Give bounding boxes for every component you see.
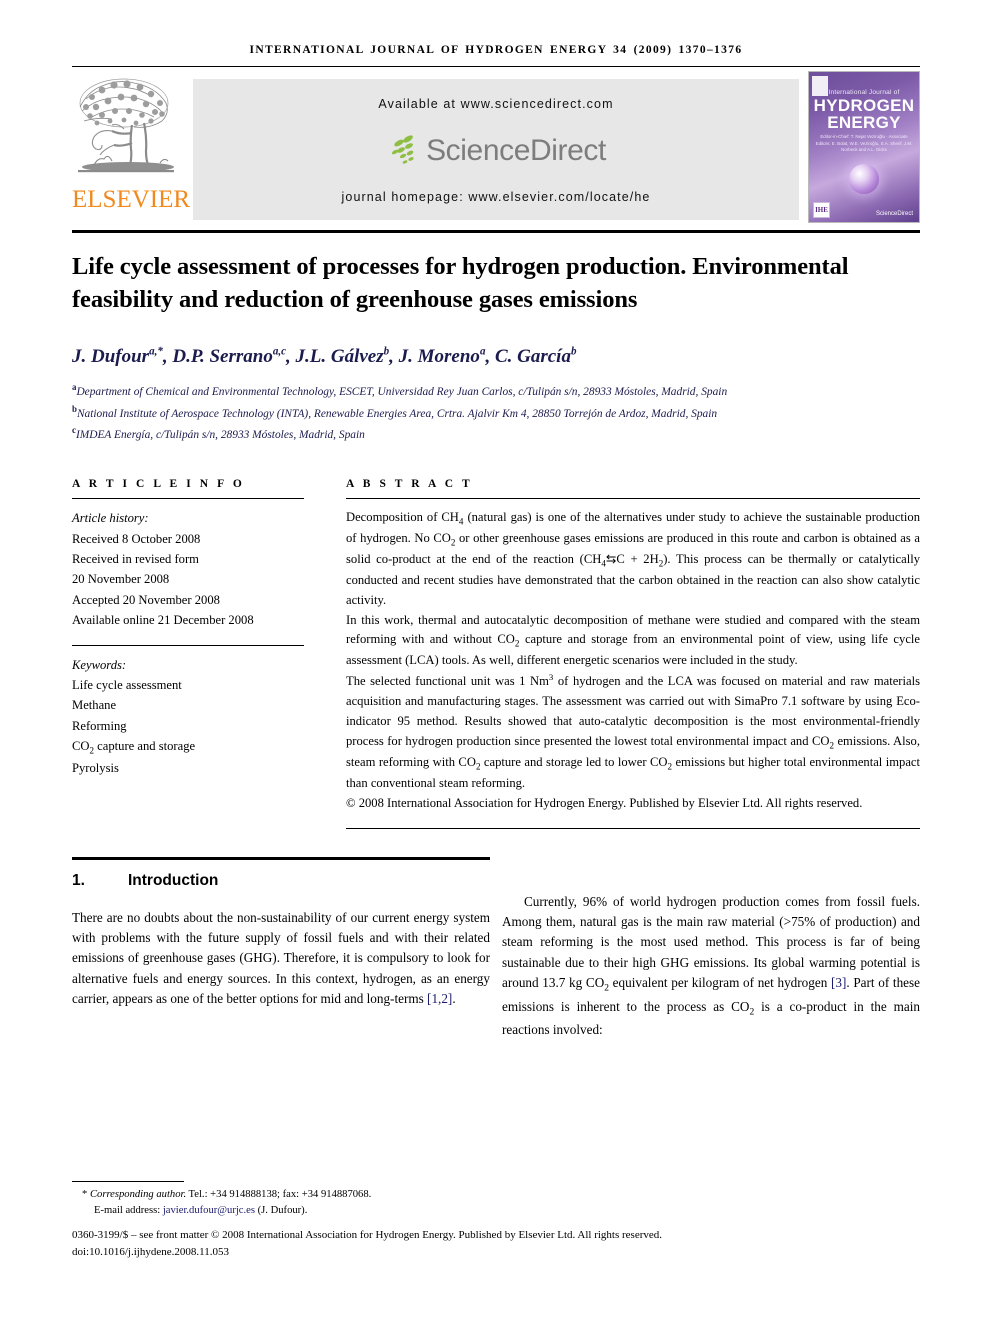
sciencedirect-wordmark: ScienceDirect: [426, 133, 606, 167]
abstract-paragraph-3: The selected functional unit was 1 Nm3 o…: [346, 672, 921, 790]
history-item-1: Received in revised form: [72, 552, 199, 567]
history-item-2: 20 November 2008: [72, 572, 170, 587]
cover-badge: IHE: [813, 202, 830, 218]
intro-right-paragraph: Currently, 96% of world hydrogen product…: [502, 893, 920, 1038]
header-rule: [72, 66, 920, 67]
article-history-block: Article history: Received 8 October 2008…: [72, 508, 304, 630]
citation-1-2[interactable]: [1,2]: [427, 991, 452, 1006]
article-info-rule: [72, 498, 304, 500]
email-note: E-mail address: javier.dufour@urjc.es (J…: [72, 1203, 920, 1219]
masthead-bottom-rule: [72, 230, 920, 233]
abstract-paragraph-1: Decomposition of CH4 (natural gas) is on…: [346, 510, 920, 607]
section-number: 1.: [72, 871, 85, 889]
history-item-3: Accepted 20 November 2008: [72, 592, 220, 607]
affiliation-list: aDepartment of Chemical and Environmenta…: [72, 380, 920, 444]
elsevier-logo-block: ELSEVIER: [72, 71, 191, 226]
keyword-4: Pyrolysis: [72, 761, 119, 776]
author-1-affil-marker: a,*: [149, 346, 163, 359]
article-info-column: A R T I C L E I N F O Article history: R…: [72, 478, 304, 828]
corresponding-author-label: Corresponding author.: [89, 1189, 187, 1201]
author-5: C. Garcíab: [494, 346, 577, 368]
email-address-label: E-mail address:: [94, 1205, 161, 1217]
doi-line: doi:10.1016/j.ijhydene.2008.11.053: [72, 1246, 229, 1259]
author-2: D.P. Serranoa,c: [172, 346, 286, 368]
page-title: Life cycle assessment of processes for h…: [72, 253, 849, 313]
cover-orb-graphic: [849, 164, 879, 194]
author-list: J. Dufoura,*, D.P. Serranoa,c, J.L. Gálv…: [72, 346, 577, 368]
section-title: Introduction: [128, 871, 219, 889]
body-column-left: 1. Introduction There are no doubts abou…: [72, 856, 490, 1054]
sciencedirect-leaves-icon: [391, 134, 414, 164]
abstract-paragraph-2: In this work, thermal and autocatalytic …: [346, 612, 920, 668]
section-heading: 1. Introduction: [72, 872, 490, 890]
abstract-heading: A B S T R A C T: [346, 478, 473, 491]
footnote-rule: [72, 1181, 184, 1183]
article-history-label: Article history:: [72, 511, 149, 526]
affiliation-a: aDepartment of Chemical and Environmenta…: [72, 382, 728, 399]
author-2-affil-marker: a,c: [272, 346, 286, 359]
abstract-bottom-rule: [346, 827, 920, 829]
corresponding-author-note: * Corresponding author. Tel.: +34 914888…: [72, 1187, 920, 1203]
email-address-link[interactable]: javier.dufour@urjc.es: [163, 1205, 255, 1216]
journal-cover-thumbnail[interactable]: International Journal of HYDROGEN ENERGY…: [808, 71, 920, 223]
affiliation-b: bNational Institute of Aerospace Technol…: [72, 403, 718, 420]
elsevier-wordmark: ELSEVIER: [72, 186, 191, 213]
abstract-copyright: © 2008 International Association for Hyd…: [346, 795, 863, 810]
cover-sciencedirect-mark: ScienceDirect: [875, 211, 913, 217]
elsevier-tree-icon: [78, 78, 174, 173]
intro-left-paragraph: There are no doubts about the non-sustai…: [72, 909, 490, 1007]
journal-homepage-text: journal homepage: www.elsevier.com/locat…: [341, 190, 651, 204]
citation-3[interactable]: [3]: [831, 975, 846, 990]
keywords-block: Keywords: Life cycle assessment Methane …: [72, 655, 304, 779]
journal-cover-block: International Journal of HYDROGEN ENERGY…: [808, 71, 920, 226]
keyword-1: Methane: [72, 698, 117, 713]
keyword-3: CO2 capture and storage: [72, 739, 196, 756]
abstract-column: A B S T R A C T Decomposition of CH4 (na…: [346, 478, 920, 829]
issn-copyright-line: 0360-3199/$ – see front matter © 2008 In…: [72, 1229, 663, 1242]
body-columns: 1. Introduction There are no doubts abou…: [72, 856, 920, 1054]
corresponding-author-contact: Tel.: +34 914888138; fax: +34 914887068.: [186, 1189, 372, 1201]
running-head: INTERNATIONAL JOURNAL OF HYDROGEN ENERGY…: [249, 44, 743, 56]
sciencedirect-logo[interactable]: ScienceDirect: [386, 134, 606, 168]
author-4: J. Morenoa: [398, 346, 486, 368]
article-info-heading: A R T I C L E I N F O: [72, 478, 245, 491]
keywords-rule: [72, 644, 304, 646]
author-4-affil-marker: a: [479, 346, 486, 359]
keyword-0: Life cycle assessment: [72, 678, 182, 693]
keyword-2: Reforming: [72, 718, 127, 733]
author-3: J.L. Gálvezb: [295, 346, 390, 368]
cover-title-line1: HYDROGEN: [813, 96, 915, 115]
history-item-4: Available online 21 December 2008: [72, 613, 254, 628]
cover-line-top: International Journal of: [828, 89, 900, 96]
author-5-affil-marker: b: [570, 346, 577, 359]
masthead-band: ELSEVIER Available at www.sciencedirect.…: [72, 71, 920, 226]
cover-title-line2: ENERGY: [827, 113, 901, 132]
keywords-label: Keywords:: [72, 657, 127, 672]
affiliation-c: cIMDEA Energía, c/Tulipán s/n, 28933 Mós…: [72, 425, 365, 441]
abstract-body: Decomposition of CH4 (natural gas) is on…: [346, 508, 920, 813]
email-owner: (J. Dufour).: [257, 1205, 308, 1217]
footnotes-region: * Corresponding author. Tel.: +34 914888…: [72, 1181, 920, 1261]
article-page: INTERNATIONAL JOURNAL OF HYDROGEN ENERGY…: [0, 0, 992, 1323]
cover-editors: Editor-in-Chief: T. Nejat Veziroğlu · As…: [815, 134, 913, 153]
author-3-affil-marker: b: [383, 346, 390, 359]
available-at-text: Available at www.sciencedirect.com: [378, 97, 614, 111]
author-1: J. Dufoura,*: [72, 346, 163, 368]
asterisk-icon: *: [82, 1189, 88, 1201]
body-column-right: Currently, 96% of world hydrogen product…: [502, 857, 920, 1054]
abstract-rule: [346, 498, 920, 500]
history-item-0: Received 8 October 2008: [72, 531, 201, 546]
sciencedirect-band: Available at www.sciencedirect.com Scien…: [193, 79, 799, 220]
body-column-gap: [490, 857, 502, 1054]
section-rule: [72, 856, 490, 860]
info-abstract-region: A R T I C L E I N F O Article history: R…: [72, 478, 920, 829]
column-gap: [304, 478, 346, 828]
